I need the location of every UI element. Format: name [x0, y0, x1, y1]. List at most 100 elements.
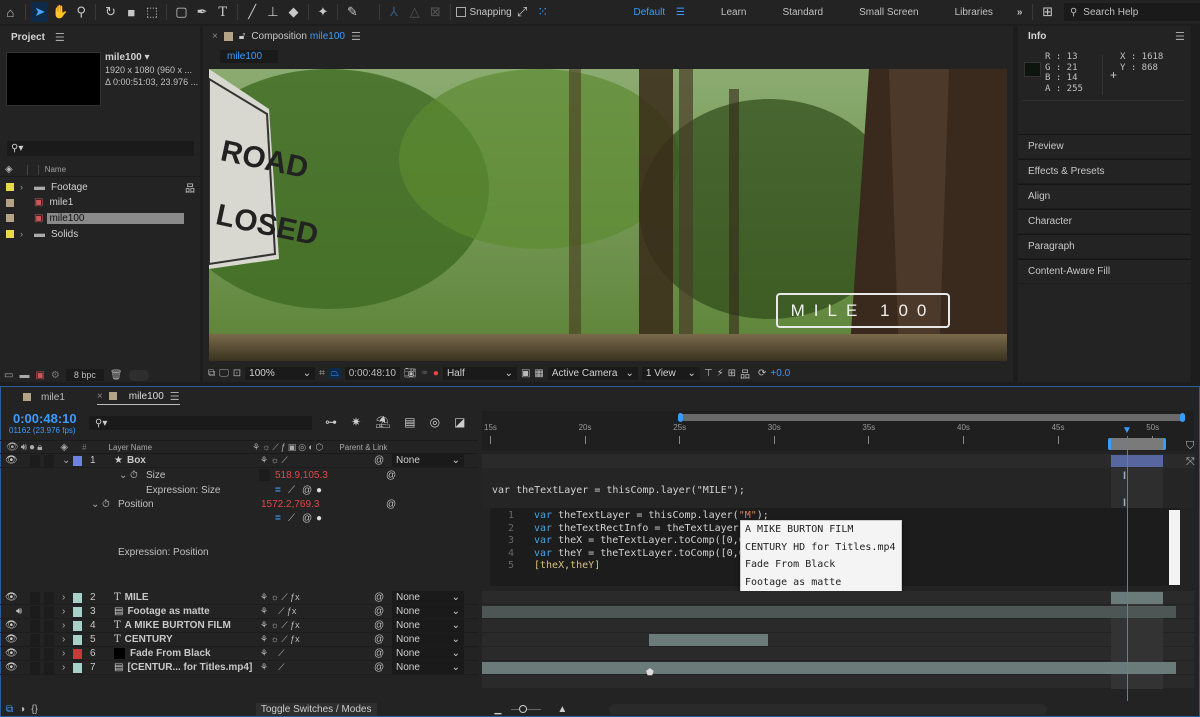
lock-switch[interactable] [44, 634, 54, 646]
project-item-mile1[interactable]: ▣ mile1 [0, 196, 200, 210]
eye-icon[interactable]: 👁︎ [5, 455, 18, 466]
hand-tool-icon[interactable]: ✋ [52, 2, 69, 22]
show-snapshot-icon[interactable]: ⚭ [421, 368, 429, 379]
column-name-header[interactable]: Name [45, 165, 66, 174]
project-item-solids[interactable]: › ▬ Solids [0, 227, 200, 241]
chevron-right-icon[interactable]: › [20, 229, 34, 239]
work-area-navigator[interactable] [680, 414, 1184, 421]
solo-switch[interactable] [30, 634, 40, 646]
layer-duration-bar[interactable] [482, 606, 1176, 618]
layer-switches[interactable]: ⚘ ⟋ [260, 648, 284, 659]
motion-blur-icon[interactable]: ◎ [430, 415, 440, 429]
camera-tool-icon[interactable]: ■ [123, 2, 140, 22]
autocomplete-item[interactable]: Footage as matte [741, 574, 901, 592]
solo-switch[interactable] [30, 648, 40, 660]
selected-item-name[interactable]: mile100 ▾ [105, 52, 198, 64]
layer-row[interactable]: 👁︎ › 5 T CENTURY ⚘ ☼ ⟋ ƒx @ None ⌄ [0, 633, 478, 647]
chevron-down-icon[interactable]: ⌄ [62, 455, 70, 466]
eye-icon[interactable]: 👁︎ [5, 620, 18, 631]
lock-icon[interactable]: 🔓︎ [239, 31, 245, 42]
solo-switch[interactable] [30, 662, 40, 674]
lock-switch[interactable] [44, 455, 54, 467]
project-search-field[interactable]: ⚲▾ [7, 141, 194, 156]
layer-name-cell[interactable]: T MILE [114, 592, 149, 603]
pickwhip-icon[interactable]: @ [374, 662, 384, 673]
layer-row[interactable]: 👁︎ › 6 Fade From Black ⚘ ⟋ @ None ⌄ [0, 647, 478, 661]
graph-icon[interactable]: ⟋ [288, 485, 295, 496]
layer-row[interactable]: 🔊︎ › 3 ▤ Footage as matte ⚘ ⟋ ƒx @ None ⌄ [0, 605, 478, 619]
label-swatch[interactable] [73, 606, 82, 617]
chevron-right-icon[interactable]: › [62, 592, 65, 603]
layer-duration-bar[interactable] [1111, 592, 1163, 604]
layer-name-cell[interactable]: T CENTURY [114, 634, 173, 645]
layer-switches[interactable]: ⚘ ☼ ⟋ [260, 455, 288, 466]
parent-dropdown[interactable]: None ⌄ [392, 454, 464, 467]
eye-icon[interactable]: 👁︎ [5, 634, 18, 645]
pickwhip-icon[interactable]: @ [374, 634, 384, 645]
snap-options-icon[interactable]: ⤢ [514, 2, 531, 22]
search-help-field[interactable]: ⚲ Search Help [1063, 3, 1200, 21]
workspace-standard[interactable]: Standard [765, 7, 842, 18]
chevron-down-icon[interactable]: ⌄ [119, 470, 127, 481]
enable-expression-icon[interactable]: = [275, 513, 281, 524]
toggle-switches-modes-button[interactable]: Toggle Switches / Modes [255, 702, 377, 716]
panel-align[interactable]: Align [1018, 184, 1191, 208]
rectangle-tool-icon[interactable]: ▢ [173, 2, 190, 22]
close-icon[interactable]: × [97, 391, 103, 402]
enable-expression-icon[interactable]: = [275, 485, 281, 496]
channel-icon[interactable]: ● [433, 368, 439, 379]
puppet-pin-tool-icon[interactable]: ✎ [344, 2, 361, 22]
fast-previews-icon[interactable]: ⚡ [717, 368, 724, 379]
graph-editor-icon[interactable]: ◪ [454, 415, 465, 429]
layer-name-cell[interactable]: Fade From Black [114, 648, 211, 659]
home-icon[interactable]: ⌂ [2, 2, 19, 22]
language-menu-icon[interactable]: ● [316, 485, 322, 496]
layer-marker-icon[interactable]: ⬟ [646, 667, 654, 678]
layer-switches[interactable]: ⚘ ☼ ⟋ ƒx [260, 620, 300, 631]
brush-tool-icon[interactable]: ╱ [244, 2, 261, 22]
composition-mini-flowchart-icon[interactable]: ⊶ [325, 415, 337, 429]
parent-dropdown[interactable]: None ⌄ [392, 647, 464, 660]
reset-exposure-icon[interactable]: ⟳ [758, 368, 766, 379]
camera-dropdown[interactable]: Active Camera ⌄ [547, 366, 638, 380]
lock-switch[interactable] [44, 592, 54, 604]
tab-mile1[interactable]: mile1 [23, 392, 65, 403]
slider-thumb[interactable] [519, 704, 528, 713]
snapping-checkbox[interactable]: Snapping [456, 7, 512, 18]
roto-brush-tool-icon[interactable]: ✦ [315, 2, 332, 22]
layer-bar-box[interactable] [1111, 455, 1163, 467]
workspace-menu-icon[interactable]: ☰ [676, 7, 685, 18]
chevron-right-icon[interactable]: › [62, 606, 65, 617]
flowchart-icon[interactable]: 品 [185, 180, 195, 195]
transfer-controls-toggle-icon[interactable]: ◑ [19, 704, 25, 715]
current-time-display[interactable]: 0:00:48:10 [344, 366, 400, 380]
parent-dropdown[interactable]: None ⌄ [392, 591, 464, 604]
zoom-in-icon[interactable]: ▲ [557, 704, 567, 715]
clone-stamp-tool-icon[interactable]: ⊥ [265, 2, 282, 22]
bit-depth-button[interactable]: 8 bpc [65, 369, 104, 381]
transparency-grid-icon[interactable]: ▦ [534, 368, 543, 379]
layer-name-cell[interactable]: ▤ Footage as matte [114, 606, 210, 617]
draft-3d-icon[interactable]: ✷ [351, 415, 361, 429]
layer-switches[interactable]: ⚘ ☼ ⟋ ƒx [260, 634, 300, 645]
comp-breadcrumb-tab[interactable]: mile100 [220, 50, 278, 63]
pickwhip-icon[interactable]: @ [374, 648, 384, 659]
audio-icon[interactable]: 🔊︎ [21, 442, 27, 453]
label-swatch[interactable] [6, 214, 14, 223]
label-swatch[interactable] [73, 648, 82, 659]
parent-dropdown[interactable]: None ⌄ [392, 605, 464, 618]
language-menu-icon[interactable]: ● [316, 513, 322, 524]
size-expression-text[interactable]: var theTextLayer = thisComp.layer("MILE"… [492, 485, 745, 498]
interpret-footage-icon[interactable]: ▭ [4, 370, 13, 381]
label-swatch[interactable] [73, 662, 82, 673]
chevron-right-icon[interactable]: › [62, 620, 65, 631]
solo-switch[interactable] [30, 606, 40, 618]
panel-menu-icon[interactable]: ☰ [351, 30, 361, 43]
column-number-header[interactable]: # [82, 443, 86, 452]
pickwhip-icon[interactable]: @ [374, 620, 384, 631]
timeline-horizontal-scrollbar[interactable] [609, 703, 1048, 715]
zoom-dropdown[interactable]: 100% ⌄ [245, 366, 316, 380]
lock-switch[interactable] [44, 648, 54, 660]
in-out-toggle-icon[interactable]: {} [31, 704, 38, 715]
view-axis-icon[interactable]: ⊠ [427, 2, 444, 22]
